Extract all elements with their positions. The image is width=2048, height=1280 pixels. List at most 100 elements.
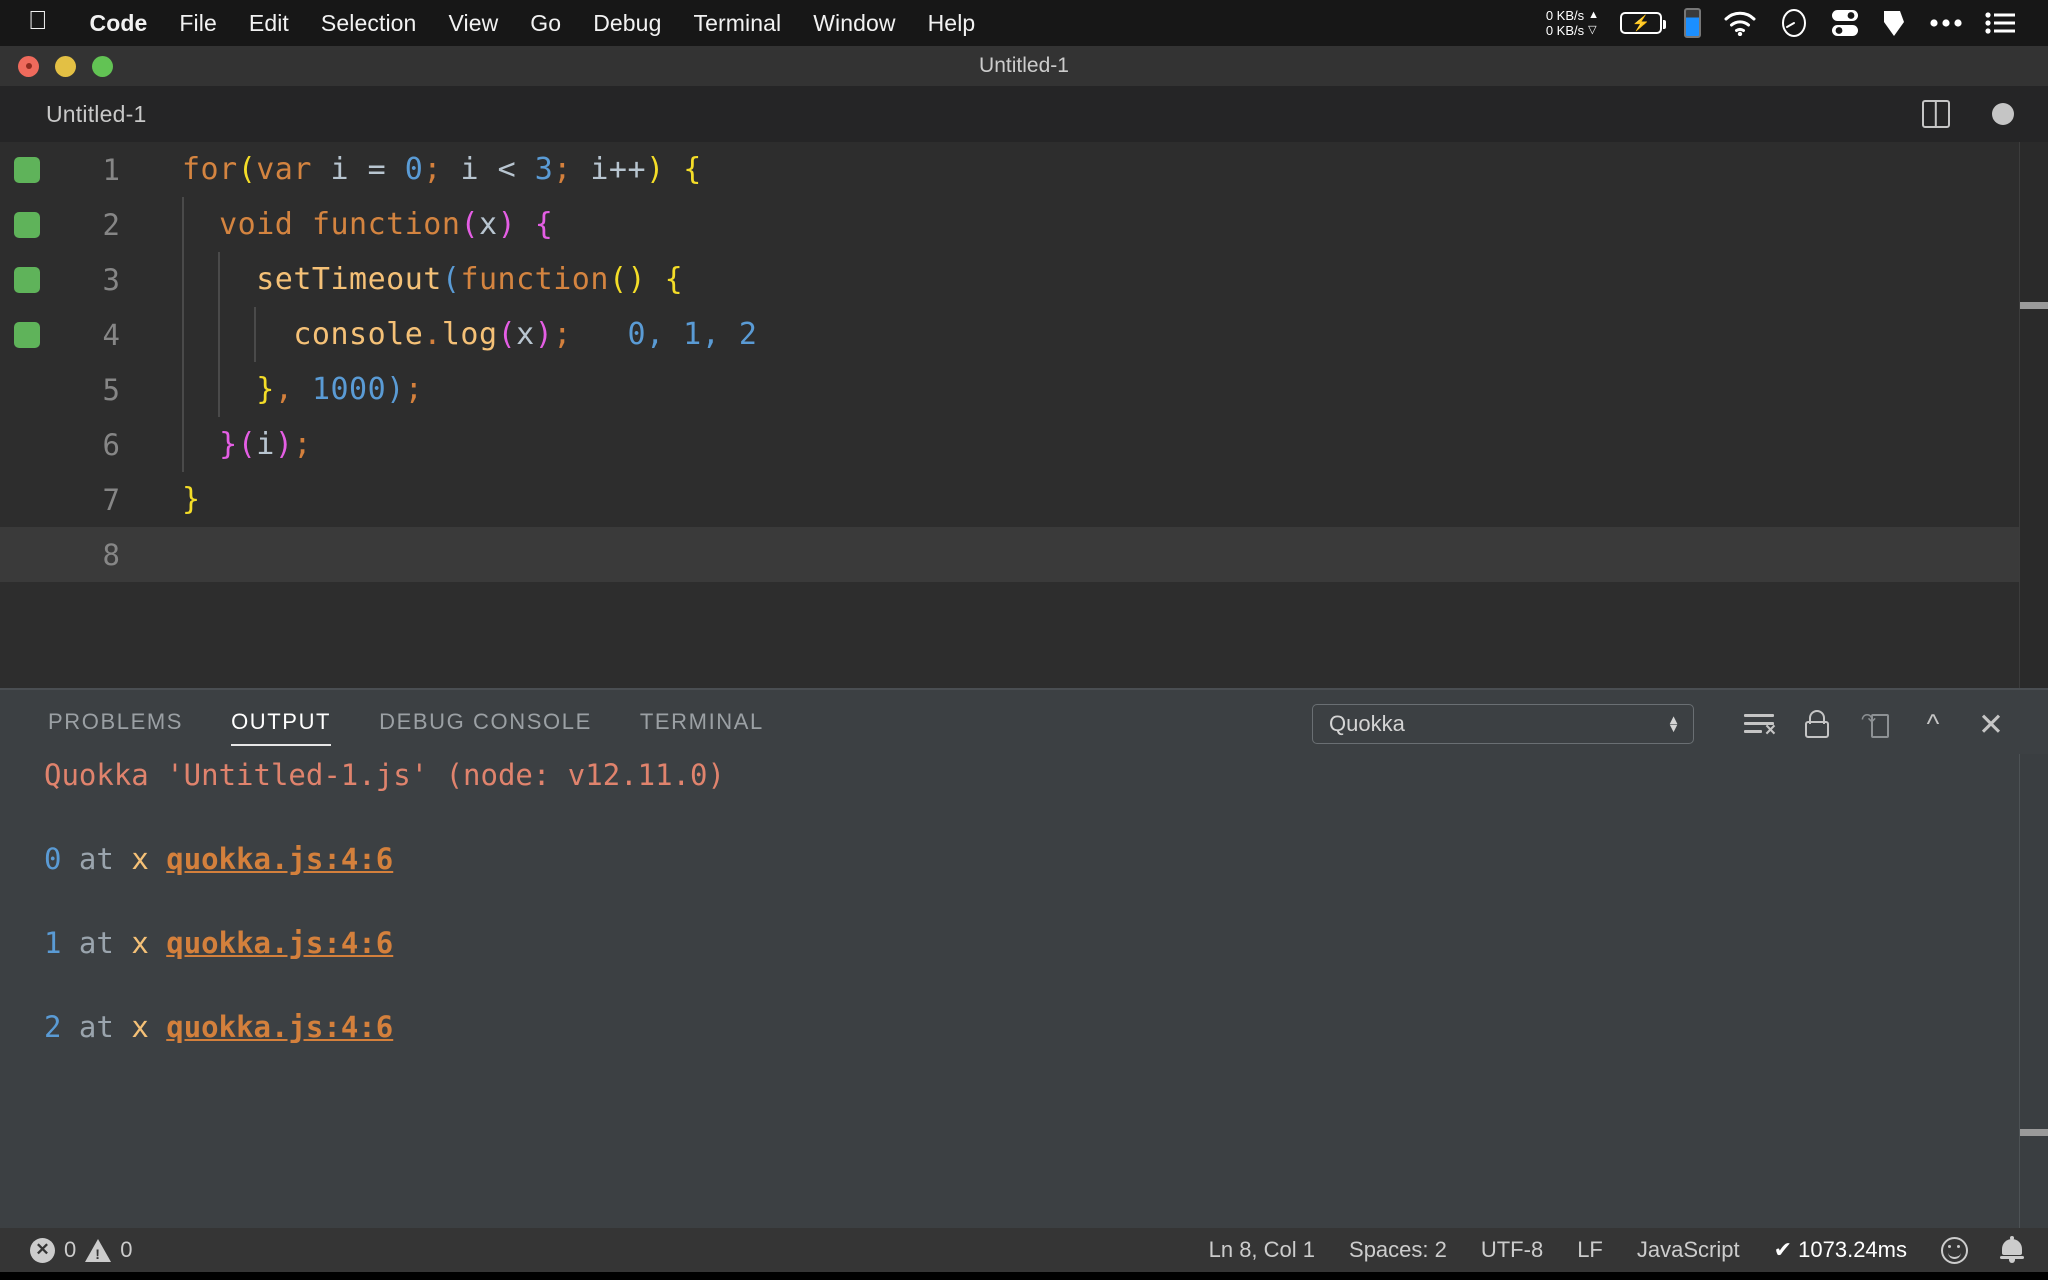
menu-item-go[interactable]: Go [514, 10, 577, 37]
stepper-arrows-icon: ▲ ▼ [1667, 712, 1680, 735]
ellipsis-icon[interactable] [1929, 17, 1963, 29]
apple-logo-icon[interactable]:  [28, 7, 48, 33]
blue-level-indicator-icon[interactable] [1684, 8, 1701, 38]
menu-item-terminal[interactable]: Terminal [677, 10, 797, 37]
list-menu-icon[interactable] [1985, 12, 2015, 34]
coverage-marker-icon [14, 156, 40, 183]
panel-scroll-ruler[interactable] [2020, 754, 2048, 1236]
code-line-1[interactable]: 1 for(var i = 0; i < 3; i++) { [0, 142, 2048, 197]
code-text: void function(x) { [219, 207, 554, 242]
output-source-link[interactable]: quokka.js:4:6 [166, 926, 393, 960]
encoding-status[interactable]: UTF-8 [1481, 1237, 1543, 1263]
cursor-position-status[interactable]: Ln 8, Col 1 [1209, 1237, 1315, 1263]
code-line-3[interactable]: 3 setTimeout(function() { [0, 252, 2048, 307]
toggles-icon[interactable] [1831, 8, 1859, 38]
output-source-link[interactable]: quokka.js:4:6 [166, 842, 393, 876]
code-text: } [182, 482, 201, 517]
close-panel-icon[interactable]: ✕ [1962, 700, 2020, 748]
eol-status[interactable]: LF [1577, 1237, 1603, 1263]
window-title: Untitled-1 [979, 54, 1069, 77]
maximize-panel-icon[interactable]: ^ [1904, 700, 1962, 748]
vscode-window:  Code File Edit Selection View Go Debug… [0, 0, 2048, 1280]
line-number: 2 [102, 207, 120, 242]
menu-item-selection[interactable]: Selection [305, 10, 433, 37]
panel-tab-bar: PROBLEMS OUTPUT DEBUG CONSOLE TERMINAL Q… [0, 690, 2048, 754]
code-line-7[interactable]: 7} [0, 472, 2048, 527]
split-editor-icon[interactable] [1922, 100, 1950, 128]
window-bottom-edge [0, 1272, 2048, 1280]
menu-item-help[interactable]: Help [912, 10, 992, 37]
status-bar-left: ✕ 0 0 [30, 1237, 133, 1263]
network-speed-indicator[interactable]: 0 KB/s 0 KB/s ▲ ▽ [1546, 8, 1599, 38]
download-arrow-icon: ▽ [1588, 24, 1597, 36]
clear-output-icon[interactable]: × [1730, 700, 1788, 748]
problems-status-button[interactable]: ✕ 0 0 [30, 1237, 133, 1263]
coverage-marker-icon [14, 211, 40, 238]
status-bar-right: Ln 8, Col 1 Spaces: 2 UTF-8 LF JavaScrip… [1209, 1236, 2048, 1264]
editor-overview-ruler[interactable] [2020, 142, 2048, 688]
tab-debug-console[interactable]: DEBUG CONSOLE [379, 690, 592, 754]
warning-count: 0 [120, 1237, 133, 1262]
code-line-2[interactable]: 2 void function(x) { [0, 197, 2048, 252]
code-line-5[interactable]: 5 }, 1000); [0, 362, 2048, 417]
output-blank-line [0, 796, 2048, 838]
battery-charging-icon[interactable]: ⚡ [1620, 12, 1666, 34]
code-text: }(i); [219, 427, 312, 462]
code-text: }, 1000); [256, 372, 424, 407]
window-title-bar: Untitled-1 [0, 46, 2048, 86]
overview-ruler-marker [2020, 302, 2048, 309]
editor-actions [1922, 100, 2048, 128]
editor-tab-untitled-1[interactable]: Untitled-1 [46, 101, 146, 128]
panel-actions: Quokka ▲ ▼ × ↷ ^ ✕ [1312, 692, 2048, 756]
wifi-icon[interactable] [1723, 10, 1757, 36]
menu-item-debug[interactable]: Debug [577, 10, 677, 37]
panel-ruler-marker [2020, 1129, 2048, 1136]
unsaved-dot-icon[interactable] [1992, 103, 2014, 125]
status-bar: ✕ 0 0 Ln 8, Col 1 Spaces: 2 UTF-8 LF Jav… [0, 1228, 2048, 1272]
network-upload-speed: 0 KB/s [1545, 8, 1585, 23]
code-text: setTimeout(function() { [256, 262, 684, 297]
menu-item-view[interactable]: View [432, 10, 514, 37]
menu-item-file[interactable]: File [163, 10, 232, 37]
tab-terminal[interactable]: TERMINAL [640, 690, 764, 754]
gauge-icon[interactable] [1779, 8, 1809, 38]
code-text: for(var i = 0; i < 3; i++) { [182, 152, 702, 187]
open-in-editor-icon[interactable]: ↷ [1846, 700, 1904, 748]
tab-problems[interactable]: PROBLEMS [48, 690, 183, 754]
code-editor[interactable]: 1 for(var i = 0; i < 3; i++) { 2 void func… [0, 142, 2048, 688]
macos-menu-bar:  Code File Edit Selection View Go Debug… [0, 0, 2048, 46]
menu-item-code[interactable]: Code [74, 10, 164, 37]
output-channel-select[interactable]: Quokka ▲ ▼ [1312, 704, 1694, 744]
indentation-status[interactable]: Spaces: 2 [1349, 1237, 1447, 1263]
lock-scroll-icon[interactable] [1788, 700, 1846, 748]
language-mode-status[interactable]: JavaScript [1637, 1237, 1740, 1263]
bell-icon[interactable] [2000, 1236, 2024, 1263]
code-line-6[interactable]: 6 }(i); [0, 417, 2048, 472]
line-number: 6 [102, 427, 120, 462]
smiley-icon[interactable] [1941, 1236, 1968, 1264]
network-download-speed: 0 KB/s [1545, 23, 1585, 38]
shield-pen-icon[interactable] [1881, 8, 1907, 38]
code-line-4[interactable]: 4 console.log(x); 0, 1, 2 [0, 307, 2048, 362]
output-source-link[interactable]: quokka.js:4:6 [166, 1010, 393, 1044]
tab-output[interactable]: OUTPUT [231, 690, 332, 754]
output-blank-line [0, 964, 2048, 1006]
output-log-line: 1 at x quokka.js:4:6 [44, 926, 394, 960]
upload-arrow-icon: ▲ [1588, 9, 1599, 21]
error-count: 0 [64, 1237, 77, 1262]
output-channel-value: Quokka [1329, 711, 1405, 736]
output-log-line: 0 at x quokka.js:4:6 [44, 842, 394, 876]
line-number: 5 [102, 372, 120, 407]
bottom-panel: PROBLEMS OUTPUT DEBUG CONSOLE TERMINAL Q… [0, 688, 2048, 1236]
warning-triangle-icon [85, 1238, 112, 1262]
error-circle-icon: ✕ [30, 1237, 55, 1263]
output-blank-line [0, 880, 2048, 922]
menu-item-window[interactable]: Window [797, 10, 911, 37]
quokka-runtime-status[interactable]: ✔ 1073.24ms [1774, 1237, 1907, 1263]
output-view[interactable]: Quokka 'Untitled-1.js' (node: v12.11.0) 0… [0, 754, 2048, 1236]
line-number: 1 [102, 152, 120, 187]
output-header-line: Quokka 'Untitled-1.js' (node: v12.11.0) [44, 758, 725, 792]
menu-item-edit[interactable]: Edit [233, 10, 305, 37]
code-line-8[interactable]: 8 [0, 527, 2048, 582]
output-lines-container: Quokka 'Untitled-1.js' (node: v12.11.0) 0… [0, 754, 2048, 1048]
